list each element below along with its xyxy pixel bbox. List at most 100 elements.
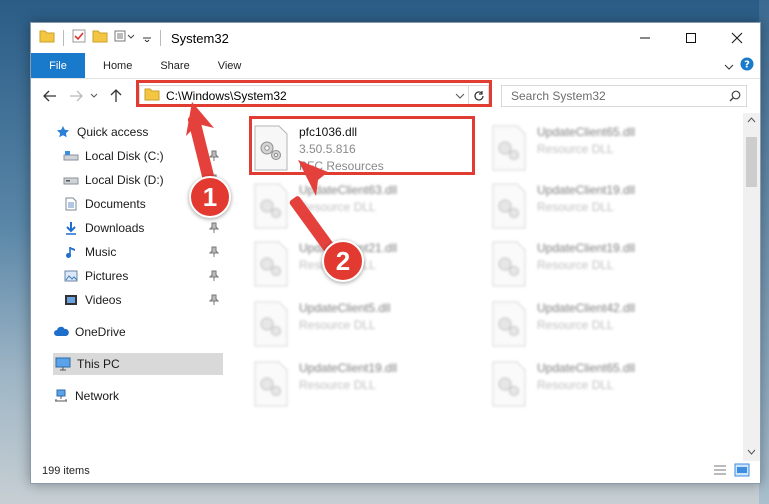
file-description: Resource DLL bbox=[537, 318, 614, 332]
tab-view[interactable]: View bbox=[204, 53, 256, 78]
pin-icon[interactable] bbox=[208, 294, 220, 309]
dll-file-icon bbox=[254, 361, 288, 407]
sidebar-item-label: Downloads bbox=[85, 221, 145, 235]
tab-file[interactable]: File bbox=[31, 53, 85, 78]
svg-text:?: ? bbox=[744, 60, 750, 71]
sidebar-item-label: Documents bbox=[85, 197, 146, 211]
sidebar-item-onedrive[interactable]: OneDrive bbox=[53, 321, 126, 343]
up-button[interactable] bbox=[105, 85, 127, 107]
pin-icon[interactable] bbox=[208, 270, 220, 285]
sidebar-item-label: Local Disk (C:) bbox=[85, 149, 164, 163]
search-box[interactable]: Search System32 bbox=[501, 85, 747, 107]
customize-icon[interactable] bbox=[114, 29, 136, 47]
file-name: UpdateClient19.dll bbox=[299, 361, 398, 375]
navigation-pane: Quick access Local Disk (C:) Local Disk … bbox=[31, 113, 227, 461]
quick-access-toolbar bbox=[31, 23, 163, 53]
scroll-up-icon[interactable] bbox=[747, 117, 756, 123]
step-badge-1: 1 bbox=[189, 176, 231, 218]
dll-file-icon bbox=[492, 361, 526, 407]
computer-icon bbox=[55, 356, 71, 372]
dll-file-icon bbox=[254, 301, 288, 347]
toolbar-separator bbox=[160, 30, 161, 46]
scroll-down-icon[interactable] bbox=[747, 449, 756, 455]
drive-icon bbox=[63, 172, 79, 188]
details-view-icon[interactable] bbox=[712, 463, 728, 482]
ribbon-tabs: File Home Share View ? bbox=[31, 53, 760, 79]
arrow-head-icon bbox=[186, 102, 214, 136]
cloud-icon bbox=[53, 324, 69, 340]
sidebar-item-music[interactable]: Music bbox=[63, 241, 229, 263]
tab-share[interactable]: Share bbox=[146, 53, 203, 78]
window-controls bbox=[622, 23, 760, 53]
file-item[interactable]: UpdateClient19.dll Resource DLL bbox=[251, 357, 479, 411]
dll-file-icon bbox=[254, 183, 288, 229]
star-icon bbox=[55, 124, 71, 140]
file-item[interactable]: UpdateClient19.dll Resource DLL bbox=[489, 179, 717, 233]
dll-file-icon bbox=[492, 183, 526, 229]
file-name: UpdateClient5.dll bbox=[299, 301, 391, 315]
large-icons-view-icon[interactable] bbox=[734, 463, 750, 482]
properties-icon[interactable] bbox=[72, 29, 86, 48]
folder-icon[interactable] bbox=[39, 29, 55, 48]
ribbon-right-controls: ? bbox=[724, 57, 754, 76]
file-name: UpdateClient65.dll bbox=[537, 125, 636, 139]
file-meta: UpdateClient19.dll Resource DLL bbox=[537, 241, 635, 291]
help-icon[interactable]: ? bbox=[740, 57, 754, 76]
sidebar-item-label: Network bbox=[75, 389, 120, 403]
sidebar-item-label: Quick access bbox=[77, 125, 149, 139]
dll-file-icon bbox=[492, 301, 526, 347]
documents-icon bbox=[63, 196, 79, 212]
network-icon bbox=[53, 388, 69, 404]
file-description: Resource DLL bbox=[299, 318, 376, 332]
recent-locations-button[interactable] bbox=[87, 85, 101, 107]
pin-icon[interactable] bbox=[208, 246, 220, 261]
file-description: Resource DLL bbox=[299, 200, 376, 214]
back-button[interactable] bbox=[39, 85, 61, 107]
file-description: Resource DLL bbox=[537, 142, 614, 156]
file-item[interactable]: UpdateClient42.dll Resource DLL bbox=[489, 297, 717, 351]
expand-ribbon-icon[interactable] bbox=[724, 58, 734, 76]
file-item[interactable]: UpdateClient65.dll Resource DLL bbox=[489, 121, 717, 175]
tab-home[interactable]: Home bbox=[85, 53, 146, 78]
music-icon bbox=[63, 244, 79, 260]
file-item[interactable]: UpdateClient5.dll Resource DLL bbox=[251, 297, 479, 351]
sidebar-item-pictures[interactable]: Pictures bbox=[63, 265, 229, 287]
window-title: System32 bbox=[171, 30, 229, 46]
scrollbar-thumb[interactable] bbox=[746, 137, 757, 187]
file-item[interactable]: UpdateClient63.dll Resource DLL bbox=[251, 179, 479, 233]
search-input[interactable]: Search System32 bbox=[511, 89, 724, 103]
file-name: UpdateClient42.dll bbox=[537, 301, 636, 315]
sidebar-item-label: Videos bbox=[85, 293, 122, 307]
step-badge-2: 2 bbox=[322, 240, 364, 282]
file-meta: UpdateClient65.dll Resource DLL bbox=[537, 125, 635, 175]
dll-file-icon bbox=[492, 125, 526, 171]
new-folder-icon[interactable] bbox=[92, 29, 108, 48]
file-item[interactable]: UpdateClient19.dll Resource DLL bbox=[489, 237, 717, 291]
vertical-scrollbar[interactable] bbox=[743, 113, 760, 461]
videos-icon bbox=[63, 292, 79, 308]
chevron-down-icon[interactable] bbox=[142, 29, 152, 47]
file-meta: UpdateClient42.dll Resource DLL bbox=[537, 301, 635, 351]
pane-splitter[interactable] bbox=[227, 113, 228, 461]
sidebar-item-videos[interactable]: Videos bbox=[63, 289, 229, 311]
arrow-head-icon bbox=[298, 160, 328, 196]
file-name: UpdateClient19.dll bbox=[537, 183, 636, 197]
search-icon[interactable] bbox=[724, 90, 746, 102]
sidebar-item-quick-access[interactable]: Quick access bbox=[55, 121, 148, 143]
file-item[interactable]: UpdateClient65.dll Resource DLL bbox=[489, 357, 717, 411]
forward-button[interactable] bbox=[65, 85, 87, 107]
sidebar-item-this-pc[interactable]: This PC bbox=[53, 353, 223, 375]
sidebar-item-downloads[interactable]: Downloads bbox=[63, 217, 229, 239]
file-name: UpdateClient19.dll bbox=[537, 241, 636, 255]
download-icon bbox=[63, 220, 79, 236]
file-item[interactable]: UpdateClient21.dll Resource DLL bbox=[251, 237, 479, 291]
file-description: Resource DLL bbox=[537, 200, 614, 214]
close-button[interactable] bbox=[714, 23, 760, 53]
minimize-button[interactable] bbox=[622, 23, 668, 53]
sidebar-item-network[interactable]: Network bbox=[53, 385, 119, 407]
pin-icon[interactable] bbox=[208, 222, 220, 237]
toolbar-separator bbox=[63, 30, 64, 46]
maximize-button[interactable] bbox=[668, 23, 714, 53]
sidebar-item-label: Music bbox=[85, 245, 117, 259]
sidebar-item-label: Pictures bbox=[85, 269, 129, 283]
